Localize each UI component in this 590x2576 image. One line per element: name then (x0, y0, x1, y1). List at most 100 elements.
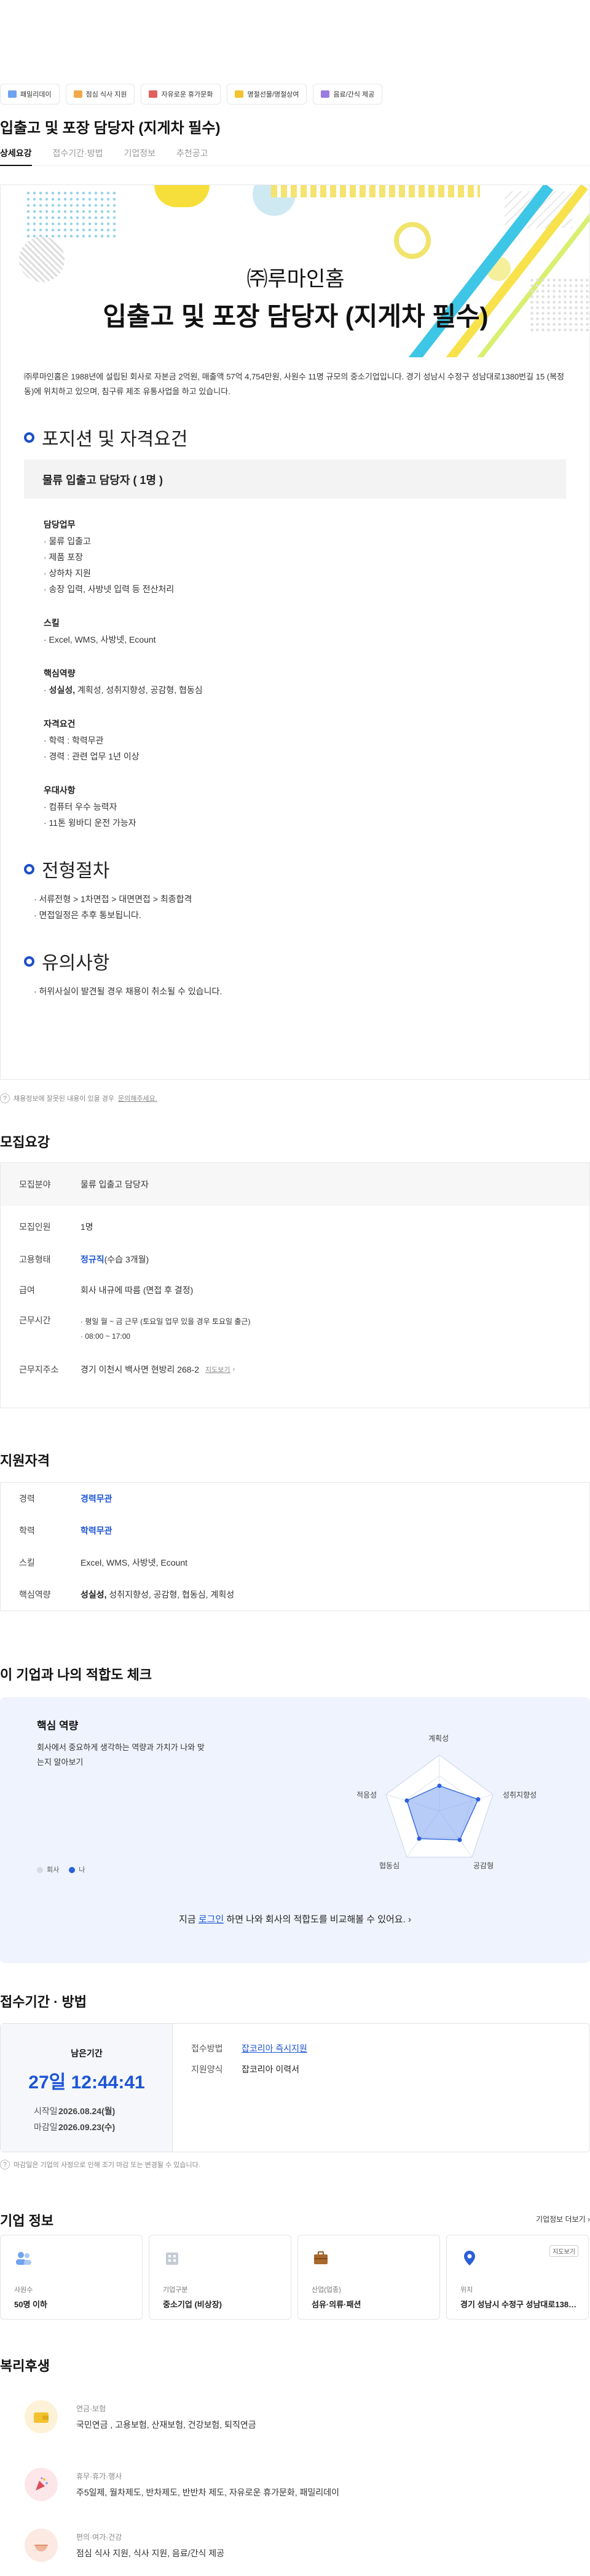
section-notes: 유의사항 (24, 948, 566, 975)
card-value: 중소기업 (비상장) (163, 2300, 222, 2309)
table-row: 모집분야 물류 입출고 담당자 (1, 1163, 589, 1206)
company-heading: 기업 정보 (0, 2213, 54, 2229)
start-date-row: 시작일2026.08.24(월) (34, 2105, 115, 2117)
row-value: 경력무관 (81, 1494, 112, 1504)
employment-type: 정규직 (81, 1254, 104, 1264)
start-label: 시작일 (34, 2106, 58, 2116)
card-company-type: 기업구분 중소기업 (비상장) (149, 2235, 291, 2320)
tab-recommend[interactable]: 추천공고 (176, 145, 208, 166)
section-position: 포지션 및 자격요건 (24, 424, 566, 451)
note-text: 마감일은 기업의 사정으로 인해 조기 마감 또는 변경될 수 있습니다. (14, 2162, 200, 2169)
location-icon (464, 2251, 475, 2265)
ring-icon (24, 956, 34, 967)
apply-panel: 남은기간 27일 12:44:41 시작일2026.08.24(월) 마감일20… (0, 2023, 590, 2152)
card-value: 경기 성남시 수정구 성남대로1380번길 (460, 2300, 577, 2309)
radar-label: 성취지향성 (503, 1791, 537, 1799)
recruit-heading: 모집요강 (0, 1135, 50, 1150)
report-link[interactable]: 문의해주세요. (118, 1093, 157, 1103)
decor-stripes (271, 185, 480, 197)
benefit-item: 연금·보험 국민연금 , 고용보험, 산재보험, 건강보험, 퇴직연금 (0, 2386, 590, 2447)
job-title: 입출고 및 포장 담당자 (지게차 필수) (0, 120, 221, 137)
decor-dots (25, 190, 117, 239)
work-days: · 평일 월 ~ 금 근무 (토요일 업무 있을 경우 토요일 출근) (81, 1317, 251, 1326)
group-duties: 담당업무 · 물류 입출고 · 제품 포장 · 상하차 지원 · 송장 입력, … (44, 518, 589, 597)
poster-title: 입출고 및 포장 담당자 (지게차 필수) (103, 302, 489, 331)
benefit-category: 연금·보험 (76, 2404, 106, 2413)
card-label: 산업(업종) (312, 2286, 341, 2294)
recruit-table: 모집분야 물류 입출고 담당자 모집인원 1명 고용형태 정규직(수습 3개월) 급여… (0, 1162, 590, 1408)
group-heading: 스킬 (44, 618, 60, 628)
tab-apply[interactable]: 접수기간·방법 (53, 145, 103, 166)
poster-hero: ㈜루마인홈 입출고 및 포장 담당자 (지게차 필수) (1, 185, 589, 357)
login-link[interactable]: 로그인 (199, 1914, 224, 1925)
chip-label: 패밀리데이 (20, 91, 52, 98)
method-row: 접수방법 잡코리아 즉시지원 (191, 2042, 571, 2055)
benefit-chips: 패밀리데이 점심 식사 지원 자유로운 휴가문화 명절선물/명절상여 음료/간식… (0, 84, 383, 105)
tab-company[interactable]: 기업정보 (124, 145, 155, 166)
end-label: 마감일 (34, 2122, 58, 2132)
row-key: 학력 (19, 1526, 35, 1536)
legend-label: 나 (79, 1866, 85, 1874)
cta-text: 하면 나와 회사의 적합도를 비교해볼 수 있어요. › (224, 1914, 411, 1925)
chip-gift[interactable]: 명절선물/명절상여 (227, 84, 307, 105)
row-key: 급여 (19, 1285, 35, 1295)
radar-point (457, 1837, 462, 1842)
radar-label: 적응성 (356, 1791, 377, 1799)
legend-dot (37, 1867, 43, 1874)
radar-chart (385, 1754, 494, 1858)
detail-tabs: 상세요강 접수기간·방법 기업정보 추천공고 (0, 145, 590, 166)
card-employees: 사원수 50명 이하 (0, 2235, 143, 2320)
map-link[interactable]: 지도보기 (549, 2245, 578, 2257)
radar-label: 계획성 (428, 1734, 449, 1743)
row-key: 근무지주소 (19, 1365, 59, 1374)
cta-text: 지금 (179, 1914, 199, 1925)
row-value: 1명 (81, 1222, 93, 1232)
job-detail-poster: ㈜루마인홈 입출고 및 포장 담당자 (지게차 필수) ㈜루마인홈은 1988년… (0, 184, 590, 1080)
remaining-label: 남은기간 (71, 2048, 103, 2058)
work-hours: · 08:00 ~ 17:00 (81, 1332, 131, 1341)
work-address: 경기 이천시 백사면 현방리 268-2 (81, 1365, 200, 1374)
ring-icon (24, 432, 34, 443)
section-title: 유의사항 (42, 953, 110, 973)
chip-meal[interactable]: 점심 식사 지원 (65, 84, 135, 105)
fit-heading: 이 기업과 나의 적합도 체크 (0, 1667, 152, 1682)
chip-label: 명절선물/명절상여 (247, 91, 299, 98)
table-row: 경력 경력무관 (1, 1483, 589, 1515)
map-link[interactable]: 지도보기 (205, 1365, 230, 1374)
table-row: 근무시간 · 평일 월 ~ 금 근무 (토요일 업무 있을 경우 토요일 출근) ·… (1, 1306, 589, 1351)
apply-note: ? 마감일은 기업의 사정으로 인해 조기 마감 또는 변경될 수 있습니다. (0, 2160, 200, 2170)
radar-label: 공감형 (473, 1861, 494, 1870)
fit-legend: 회사 나 (37, 1865, 85, 1874)
family-icon (8, 90, 17, 98)
wallet-icon (25, 2400, 58, 2433)
notes-line: · 허위사실이 발견될 경우 채용이 취소될 수 있습니다. (34, 986, 222, 996)
chip-family[interactable]: 패밀리데이 (0, 84, 60, 105)
group-requirements: 자격요건 · 학력 : 학력무관 · 경력 : 관련 업무 1년 이상 (44, 718, 589, 764)
tab-detail[interactable]: 상세요강 (0, 145, 32, 166)
company-intro: ㈜루마인홈은 1988년에 설립된 회사로 자본금 2억원, 매출액 57억 4… (24, 372, 565, 396)
core-strong: 성실성, (49, 685, 76, 695)
chip-vacation[interactable]: 자유로운 휴가문화 (141, 84, 221, 105)
form-value: 잡코리아 이력서 (242, 2064, 300, 2074)
group-line: · 컴퓨터 우수 능력자 (44, 802, 117, 812)
apply-heading: 접수기간 · 방법 (0, 1994, 87, 2010)
chevron-right-icon: › (232, 1366, 235, 1373)
form-label: 지원양식 (191, 2064, 223, 2074)
apply-method: 접수방법 잡코리아 즉시지원 지원양식 잡코리아 이력서 (173, 2024, 589, 2152)
card-label: 위치 (460, 2286, 473, 2294)
benefit-category: 휴무·휴가·행사 (76, 2471, 122, 2481)
position-box: 물류 입출고 담당자 ( 1명 ) (24, 459, 566, 499)
row-key: 모집분야 (19, 1179, 51, 1189)
chip-snack[interactable]: 음료/간식 제공 (313, 84, 383, 105)
question-icon: ? (0, 2160, 10, 2170)
start-date: 2026.08.24(월) (58, 2106, 116, 2116)
group-line: · 11톤 윙바디 운전 가능자 (44, 818, 136, 828)
company-more-link[interactable]: 기업정보 더보기 › (536, 2214, 590, 2224)
row-key: 경력 (19, 1494, 35, 1504)
group-preferred: 우대사항 · 컴퓨터 우수 능력자 · 11톤 윙바디 운전 가능자 (44, 784, 589, 831)
legend-company: 회사 (37, 1865, 59, 1874)
quick-apply-link[interactable]: 잡코리아 즉시지원 (242, 2043, 307, 2053)
group-line: · 물류 입출고 (44, 536, 91, 546)
row-value: Excel, WMS, 사방넷, Ecount (81, 1558, 188, 1567)
group-line: · 성실성, 계획성, 성취지향성, 공감형, 협동심 (44, 685, 203, 695)
